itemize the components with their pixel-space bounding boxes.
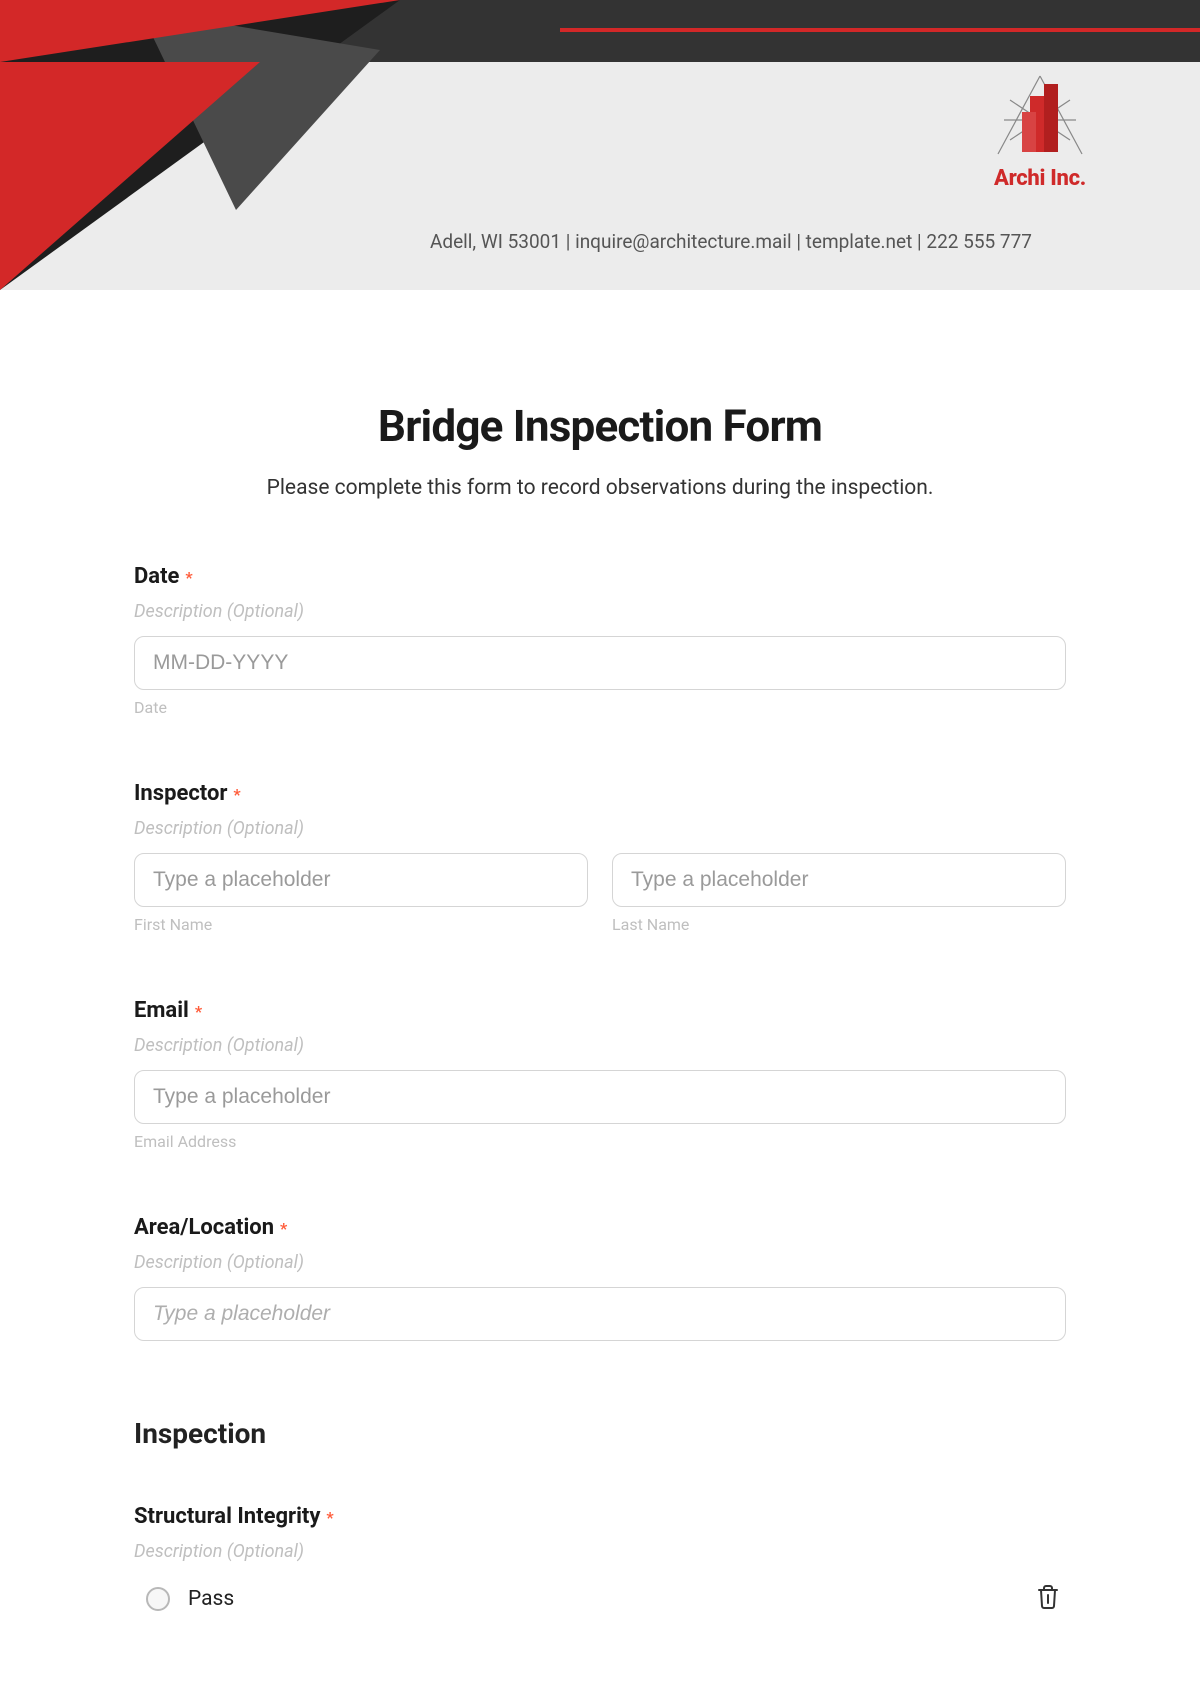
structural-label: Structural Integrity — [134, 1504, 320, 1529]
logo-block: Archi Inc. — [990, 70, 1090, 191]
radio-button-pass[interactable] — [146, 1587, 170, 1611]
field-inspector: Inspector * Description (Optional) First… — [134, 781, 1066, 934]
form-subtitle: Please complete this form to record obse… — [134, 476, 1066, 500]
date-sublabel: Date — [134, 698, 1066, 717]
date-label: Date — [134, 564, 179, 589]
email-sublabel: Email Address — [134, 1132, 1066, 1151]
required-star: * — [233, 785, 240, 804]
radio-row-pass: Pass — [134, 1584, 1066, 1614]
date-input[interactable] — [134, 636, 1066, 690]
banner-triangle-red-bottom — [0, 62, 260, 290]
company-name: Archi Inc. — [990, 166, 1090, 191]
form-title: Bridge Inspection Form — [134, 400, 1066, 452]
required-star: * — [280, 1219, 287, 1238]
inspector-first-sublabel: First Name — [134, 915, 588, 934]
inspector-first-name-input[interactable] — [134, 853, 588, 907]
area-label: Area/Location — [134, 1215, 274, 1240]
email-description: Description (Optional) — [134, 1035, 1066, 1056]
email-input[interactable] — [134, 1070, 1066, 1124]
inspector-description: Description (Optional) — [134, 818, 1066, 839]
form-container: Bridge Inspection Form Please complete t… — [0, 290, 1200, 1654]
trash-icon[interactable] — [1036, 1584, 1060, 1614]
structural-description: Description (Optional) — [134, 1541, 1066, 1562]
field-date: Date * Description (Optional) Date — [134, 564, 1066, 717]
required-star: * — [195, 1002, 202, 1021]
banner-triangle-red-top — [0, 0, 400, 62]
required-star: * — [185, 568, 192, 587]
required-star: * — [326, 1508, 333, 1527]
email-label: Email — [134, 998, 189, 1023]
inspector-label: Inspector — [134, 781, 227, 806]
logo-icon — [990, 70, 1090, 162]
letterhead-banner: Archi Inc. Adell, WI 53001 | inquire@arc… — [0, 0, 1200, 290]
radio-label-pass: Pass — [188, 1587, 234, 1611]
company-contact-line: Adell, WI 53001 | inquire@architecture.m… — [430, 230, 1100, 253]
field-structural-integrity: Structural Integrity * Description (Opti… — [134, 1504, 1066, 1614]
area-description: Description (Optional) — [134, 1252, 1066, 1273]
section-heading-inspection: Inspection — [134, 1417, 1066, 1450]
field-area-location: Area/Location * Description (Optional) — [134, 1215, 1066, 1341]
area-input[interactable] — [134, 1287, 1066, 1341]
inspector-last-name-input[interactable] — [612, 853, 1066, 907]
inspector-last-sublabel: Last Name — [612, 915, 1066, 934]
field-email: Email * Description (Optional) Email Add… — [134, 998, 1066, 1151]
date-description: Description (Optional) — [134, 601, 1066, 622]
